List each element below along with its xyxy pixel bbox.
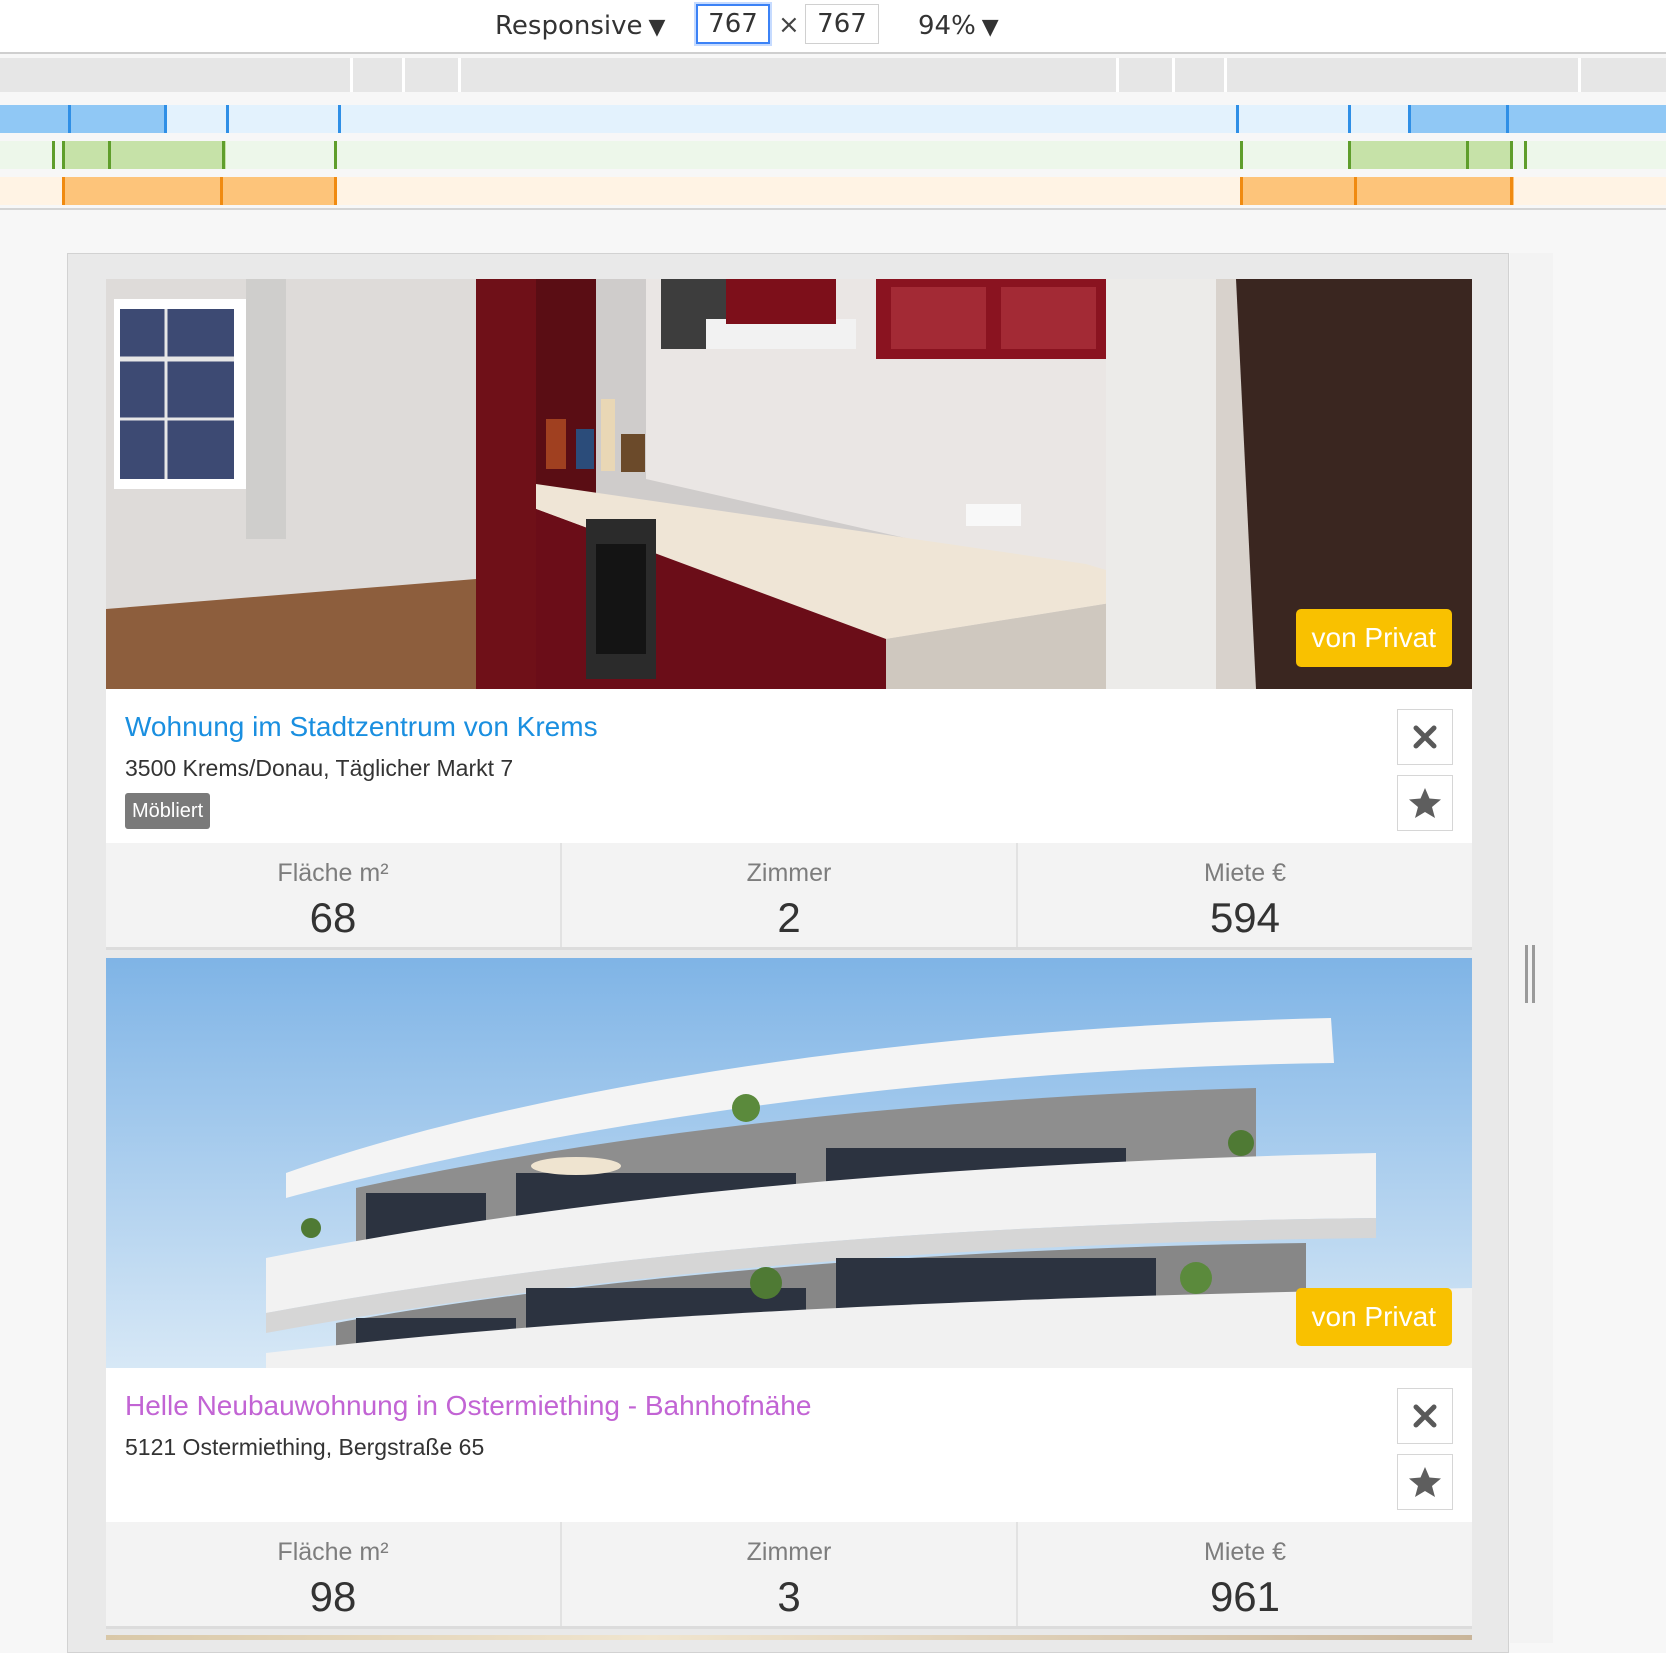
- stat-rooms: Zimmer 2: [562, 843, 1018, 947]
- media-query-marker[interactable]: [1240, 141, 1243, 169]
- media-query-marker[interactable]: [1408, 105, 1411, 133]
- listing-stats: Fläche m² 68 Zimmer 2 Miete € 594: [106, 843, 1472, 950]
- zoom-selector[interactable]: 94% ▼: [918, 6, 999, 46]
- ruler-tick: [1172, 58, 1175, 92]
- media-query-segment[interactable]: [62, 141, 226, 169]
- media-query-marker[interactable]: [1506, 105, 1509, 133]
- stat-area: Fläche m² 98: [106, 1522, 562, 1626]
- close-icon: [1413, 725, 1437, 749]
- stat-rooms: Zimmer 3: [562, 1522, 1018, 1626]
- media-query-marker[interactable]: [68, 105, 71, 133]
- dimension-separator: ×: [778, 10, 800, 40]
- stat-value: 68: [309, 894, 357, 941]
- stat-label: Zimmer: [746, 1538, 832, 1566]
- media-query-marker[interactable]: [1236, 105, 1239, 133]
- zoom-label: 94%: [918, 11, 976, 41]
- listing-info: Wohnung im Stadtzentrum von Krems 3500 K…: [106, 689, 1472, 843]
- media-query-segment[interactable]: [1408, 105, 1666, 133]
- favorite-button[interactable]: [1397, 775, 1453, 831]
- viewport-width-input[interactable]: [696, 4, 770, 44]
- stat-label: Miete €: [1204, 1538, 1286, 1566]
- media-query-marker[interactable]: [62, 177, 65, 205]
- ruler-tick: [402, 58, 405, 92]
- media-query-bar-min-max: [0, 141, 1666, 169]
- favorite-button[interactable]: [1397, 1454, 1453, 1510]
- media-query-marker[interactable]: [1354, 177, 1357, 205]
- listing-photo-building[interactable]: von Privat: [106, 958, 1472, 1368]
- media-query-segment[interactable]: [1240, 177, 1514, 205]
- media-query-marker[interactable]: [334, 177, 337, 205]
- dismiss-button[interactable]: [1397, 1388, 1453, 1444]
- media-query-bar-max-width: [0, 105, 1666, 133]
- ruler-tick: [1578, 58, 1581, 92]
- stat-label: Miete €: [1204, 859, 1286, 887]
- media-query-marker[interactable]: [226, 105, 229, 133]
- furnished-tag: Möbliert: [125, 793, 211, 829]
- next-listing-photo[interactable]: [106, 1635, 1472, 1640]
- media-query-segment[interactable]: [62, 177, 336, 205]
- media-query-marker[interactable]: [334, 141, 337, 169]
- media-query-marker[interactable]: [52, 141, 55, 169]
- private-seller-badge: von Privat: [1295, 1288, 1452, 1346]
- ruler-tick: [1116, 58, 1119, 92]
- media-query-marker[interactable]: [1466, 141, 1469, 169]
- listing-title-link[interactable]: Helle Neubauwohnung in Ostermiething - B…: [125, 1390, 811, 1422]
- device-selector-label: Responsive: [495, 11, 643, 41]
- media-query-marker[interactable]: [108, 141, 111, 169]
- listing-card: von Privat Wohnung im Stadtzentrum von K…: [106, 279, 1472, 950]
- star-icon: [1409, 1467, 1441, 1497]
- listing-card: von Privat Helle Neubauwohnung in Osterm…: [106, 958, 1472, 1629]
- media-query-marker[interactable]: [1240, 177, 1243, 205]
- media-query-marker[interactable]: [222, 141, 225, 169]
- ruler-tick: [458, 58, 461, 92]
- stat-value: 2: [777, 894, 801, 941]
- media-query-marker[interactable]: [1348, 141, 1351, 169]
- close-icon: [1413, 1404, 1437, 1428]
- private-seller-badge: von Privat: [1295, 609, 1452, 667]
- star-icon: [1409, 788, 1441, 818]
- media-query-marker[interactable]: [164, 105, 167, 133]
- device-selector[interactable]: Responsive ▼: [495, 6, 665, 46]
- media-query-bar-min-width: [0, 177, 1666, 205]
- media-query-marker[interactable]: [1348, 105, 1351, 133]
- viewport-height-input[interactable]: [805, 4, 879, 44]
- chevron-down-icon: ▼: [648, 15, 666, 40]
- media-query-marker[interactable]: [1510, 141, 1513, 169]
- listing-info: Helle Neubauwohnung in Ostermiething - B…: [106, 1368, 1472, 1522]
- listing-photo-kitchen[interactable]: von Privat: [106, 279, 1472, 689]
- stat-label: Fläche m²: [277, 1538, 389, 1566]
- stat-value: 594: [1209, 894, 1281, 941]
- stat-label: Zimmer: [746, 859, 832, 887]
- toolbar-divider: [0, 208, 1666, 210]
- chevron-down-icon: ▼: [981, 15, 999, 40]
- media-query-segment[interactable]: [1348, 141, 1512, 169]
- stat-value: 3: [777, 1573, 801, 1620]
- media-query-marker[interactable]: [1510, 177, 1513, 205]
- listing-address: 3500 Krems/Donau, Täglicher Markt 7: [125, 755, 514, 781]
- listing-title-link[interactable]: Wohnung im Stadtzentrum von Krems: [125, 711, 598, 743]
- dismiss-button[interactable]: [1397, 709, 1453, 765]
- listing-stats: Fläche m² 98 Zimmer 3 Miete € 961: [106, 1522, 1472, 1629]
- media-query-marker[interactable]: [338, 105, 341, 133]
- responsive-toolbar: Responsive▼ × 94%▼: [0, 0, 1666, 54]
- ruler-bar: [0, 58, 1666, 92]
- stat-area: Fläche m² 68: [106, 843, 562, 947]
- stat-value: 98: [309, 1573, 357, 1620]
- kitchen-photo: [106, 279, 1472, 689]
- stat-rent: Miete € 961: [1018, 1522, 1472, 1626]
- stat-label: Fläche m²: [277, 859, 389, 887]
- media-query-marker[interactable]: [220, 177, 223, 205]
- listing-address: 5121 Ostermiething, Bergstraße 65: [125, 1434, 485, 1460]
- media-query-marker[interactable]: [62, 141, 65, 169]
- stat-rent: Miete € 594: [1018, 843, 1472, 947]
- stat-value: 961: [1209, 1573, 1281, 1620]
- resize-handle[interactable]: [1525, 945, 1535, 1003]
- building-photo: [106, 958, 1472, 1368]
- media-query-marker[interactable]: [1524, 141, 1527, 169]
- ruler-tick: [1224, 58, 1227, 92]
- media-query-segment[interactable]: [0, 105, 166, 133]
- ruler-tick: [350, 58, 353, 92]
